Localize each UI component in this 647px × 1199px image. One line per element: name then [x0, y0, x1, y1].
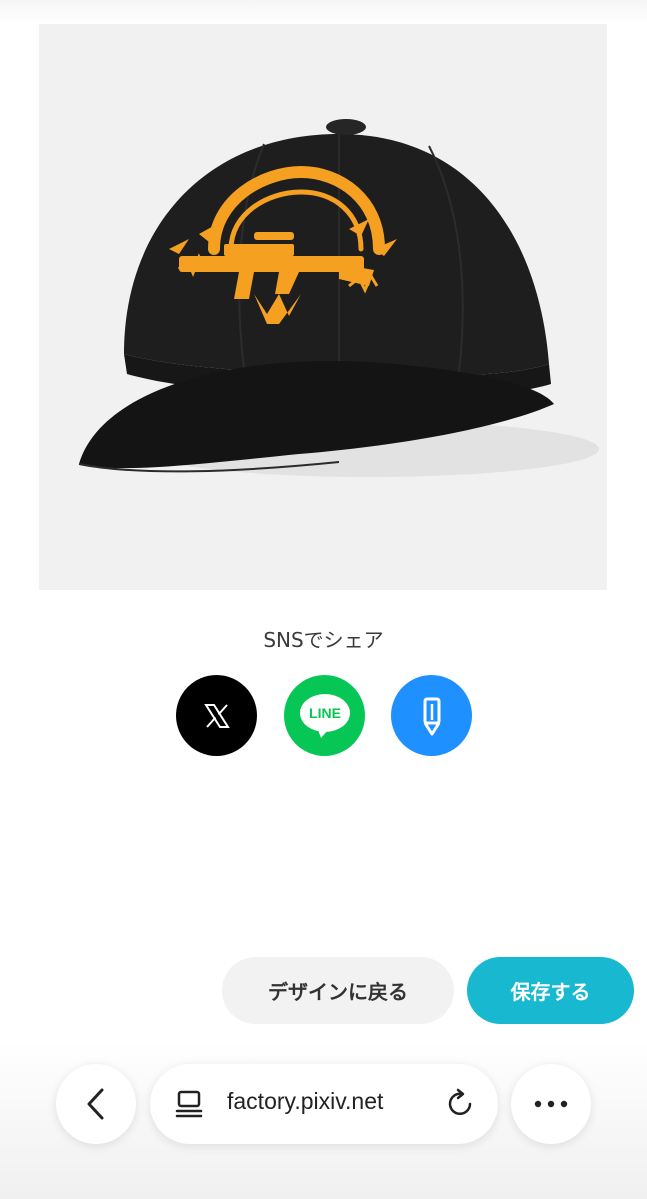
share-blog-button[interactable] — [391, 675, 472, 756]
pencil-icon — [423, 697, 440, 735]
share-title: SNSでシェア — [263, 628, 384, 652]
top-strip — [0, 0, 647, 24]
share-line-button[interactable]: LINE — [284, 675, 365, 756]
url-text[interactable]: factory.pixiv.net — [227, 1088, 383, 1115]
more-horizontal-icon — [534, 1100, 568, 1108]
cap-illustration — [78, 119, 599, 477]
line-logo-icon: LINE — [299, 693, 350, 738]
more-options-button[interactable] — [511, 1064, 591, 1144]
svg-text:LINE: LINE — [309, 705, 341, 721]
product-image — [39, 24, 607, 590]
share-x-button[interactable] — [176, 675, 257, 756]
tabs-icon[interactable] — [174, 1088, 204, 1118]
chevron-left-icon — [87, 1088, 104, 1120]
x-logo-icon — [203, 703, 230, 728]
back-to-design-button[interactable]: デザインに戻る — [222, 957, 454, 1024]
save-button[interactable]: 保存する — [467, 957, 634, 1024]
browser-back-button[interactable] — [56, 1064, 136, 1144]
reload-icon[interactable] — [446, 1088, 476, 1120]
